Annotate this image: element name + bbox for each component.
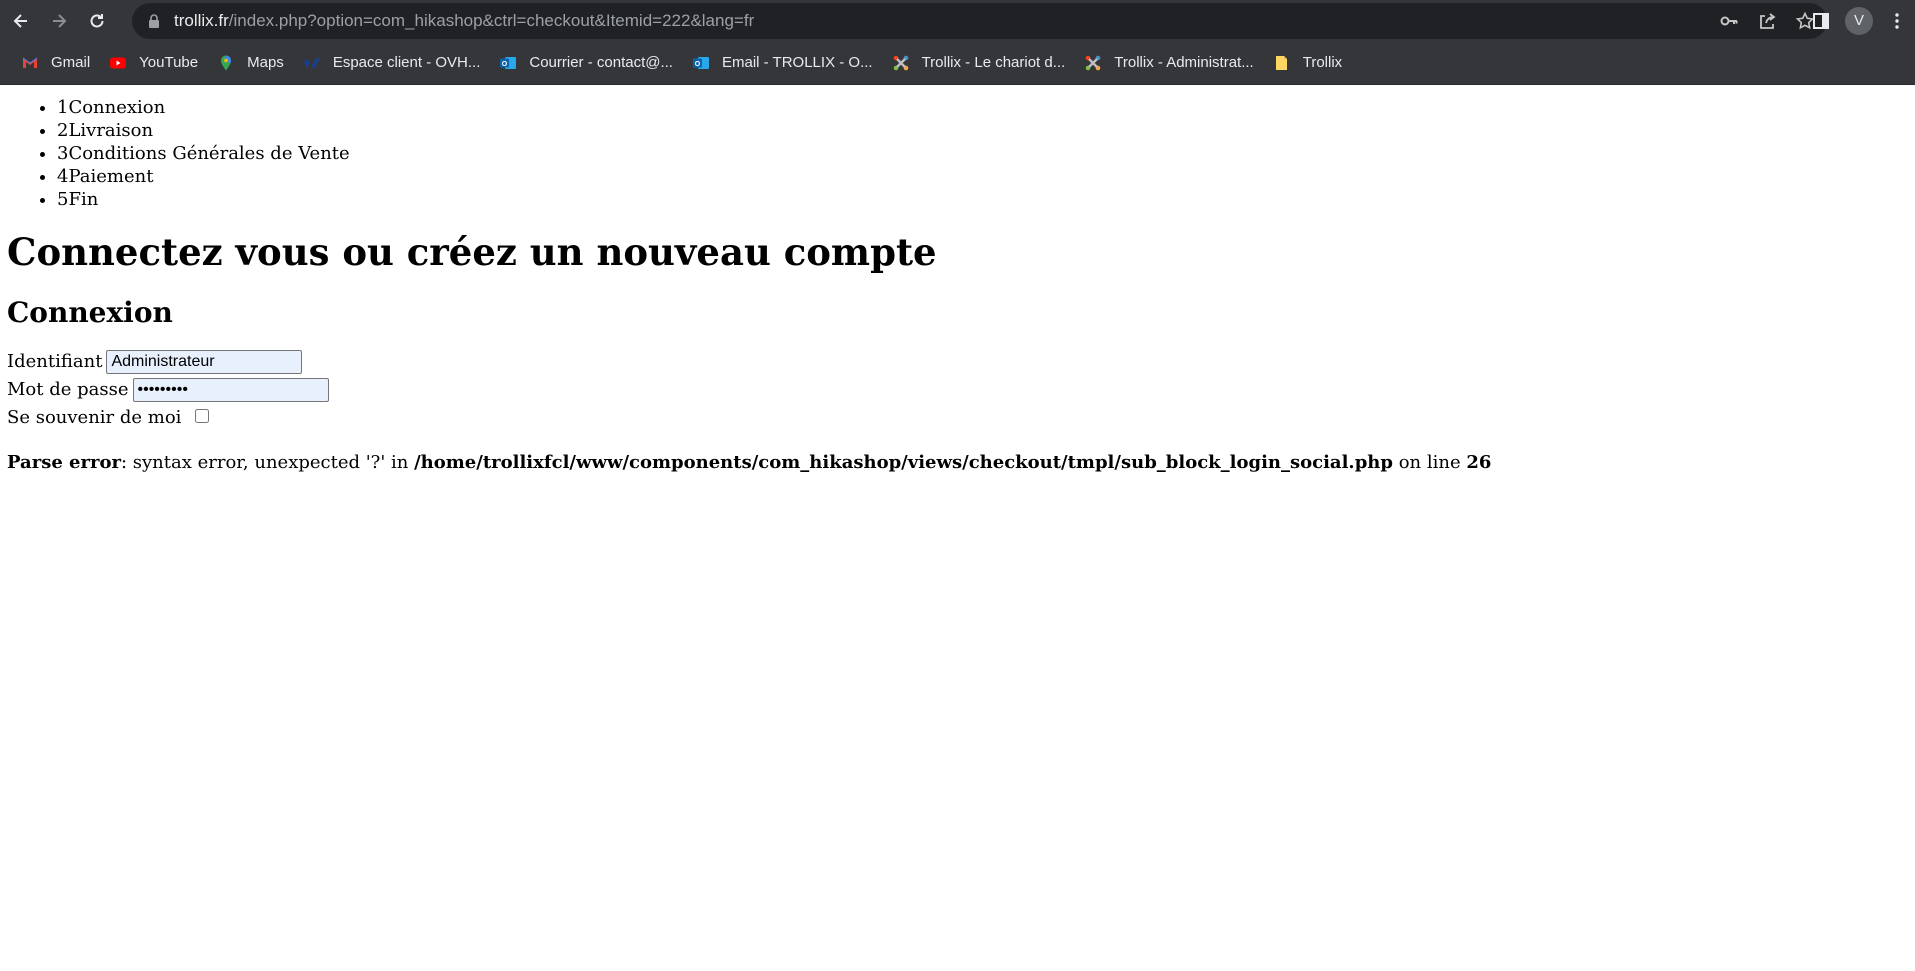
bookmark-label: Gmail: [51, 54, 91, 71]
error-file-path: /home/trollixfcl/www/components/com_hika…: [414, 452, 1393, 473]
error-on-line: on line: [1392, 452, 1467, 473]
outlook-icon: O: [499, 54, 517, 72]
bookmark-gmail[interactable]: Gmail: [13, 50, 98, 76]
bookmark-courrier[interactable]: O Courrier - contact@...: [491, 50, 681, 76]
bookmark-label: Courrier - contact@...: [529, 54, 673, 71]
checkout-step: 5Fin: [57, 188, 1908, 211]
checkout-step: 3Conditions Générales de Vente: [57, 142, 1908, 165]
bookmark-label: Espace client - OVH...: [332, 54, 481, 71]
joomla-icon: [892, 54, 910, 72]
checkout-step: 2Livraison: [57, 119, 1908, 142]
menu-dots-icon[interactable]: [1887, 11, 1907, 31]
bookmark-label: Maps: [247, 54, 284, 71]
reload-icon: [90, 13, 104, 27]
youtube-icon: [109, 54, 127, 72]
reload-button[interactable]: [80, 4, 114, 38]
ovh-icon: [303, 54, 321, 72]
bookmark-trollix-admin[interactable]: Trollix - Administrat...: [1076, 50, 1261, 76]
bookmark-email-trollix[interactable]: O Email - TROLLIX - O...: [684, 50, 881, 76]
outlook-icon: O: [692, 54, 710, 72]
arrow-right-icon: [53, 13, 67, 28]
bookmark-trollix-chariot[interactable]: Trollix - Le chariot d...: [884, 50, 1074, 76]
section-title: Connexion: [7, 296, 173, 329]
remember-label: Se souvenir de moi: [7, 407, 182, 428]
profile-avatar[interactable]: V: [1845, 6, 1873, 35]
maps-icon: [217, 54, 235, 72]
svg-text:O: O: [695, 61, 701, 68]
address-bar-actions: [1719, 3, 1815, 39]
svg-text:O: O: [502, 61, 508, 68]
page-content: 1Connexion 2Livraison 3Conditions Généra…: [0, 96, 1915, 475]
remember-checkbox[interactable]: [195, 409, 210, 423]
forward-button[interactable]: [42, 4, 76, 38]
bookmark-trollix-folder[interactable]: Trollix: [1265, 50, 1350, 76]
checkout-step: 1Connexion: [57, 96, 1908, 119]
remember-row: Se souvenir de moi: [7, 404, 1908, 432]
login-form: Identifiant Mot de passe Se souvenir de …: [7, 348, 1908, 432]
bookmark-label: Email - TROLLIX - O...: [721, 54, 873, 71]
lock-icon: [149, 14, 159, 28]
browser-actions: V: [1811, 0, 1907, 41]
page-title: Connectez vous ou créez un nouveau compt…: [7, 230, 937, 274]
error-text: : syntax error, unexpected '?' in: [120, 452, 415, 473]
password-input[interactable]: [132, 378, 329, 402]
username-row: Identifiant: [7, 348, 1908, 376]
bookmark-label: Trollix - Le chariot d...: [921, 54, 1066, 71]
side-panel-icon[interactable]: [1811, 11, 1831, 31]
username-label: Identifiant: [7, 351, 103, 372]
folder-icon: [1273, 54, 1291, 72]
checkout-steps: 1Connexion 2Livraison 3Conditions Généra…: [7, 96, 1908, 211]
bookmark-maps[interactable]: Maps: [209, 50, 292, 76]
php-error-message: Parse error: syntax error, unexpected '?…: [7, 451, 1908, 475]
bookmarks-bar: Gmail YouTube Maps Espace client - OVH..…: [0, 41, 1915, 85]
gmail-icon: [21, 54, 39, 72]
url-host: trollix.fr: [174, 11, 229, 30]
url-path: /index.php?option=com_hikashop&ctrl=chec…: [228, 11, 755, 30]
joomla-icon: [1084, 54, 1102, 72]
browser-toolbar: trollix.fr/index.php?option=com_hikashop…: [0, 0, 1915, 41]
address-bar[interactable]: trollix.fr/index.php?option=com_hikashop…: [132, 3, 1827, 39]
username-input[interactable]: [106, 350, 303, 374]
password-row: Mot de passe: [7, 376, 1908, 404]
back-button[interactable]: [4, 4, 38, 38]
bookmark-label: Trollix - Administrat...: [1114, 54, 1254, 71]
error-label: Parse error: [7, 452, 121, 473]
share-icon[interactable]: [1757, 11, 1777, 31]
bookmark-label: YouTube: [139, 54, 199, 71]
password-label: Mot de passe: [7, 379, 129, 400]
bookmark-label: Trollix: [1302, 54, 1343, 71]
bookmark-youtube[interactable]: YouTube: [101, 50, 206, 76]
arrow-left-icon: [13, 13, 27, 28]
bookmark-ovh[interactable]: Espace client - OVH...: [295, 50, 489, 76]
key-icon[interactable]: [1719, 11, 1739, 31]
error-line-number: 26: [1466, 452, 1492, 473]
checkout-step: 4Paiement: [57, 165, 1908, 188]
